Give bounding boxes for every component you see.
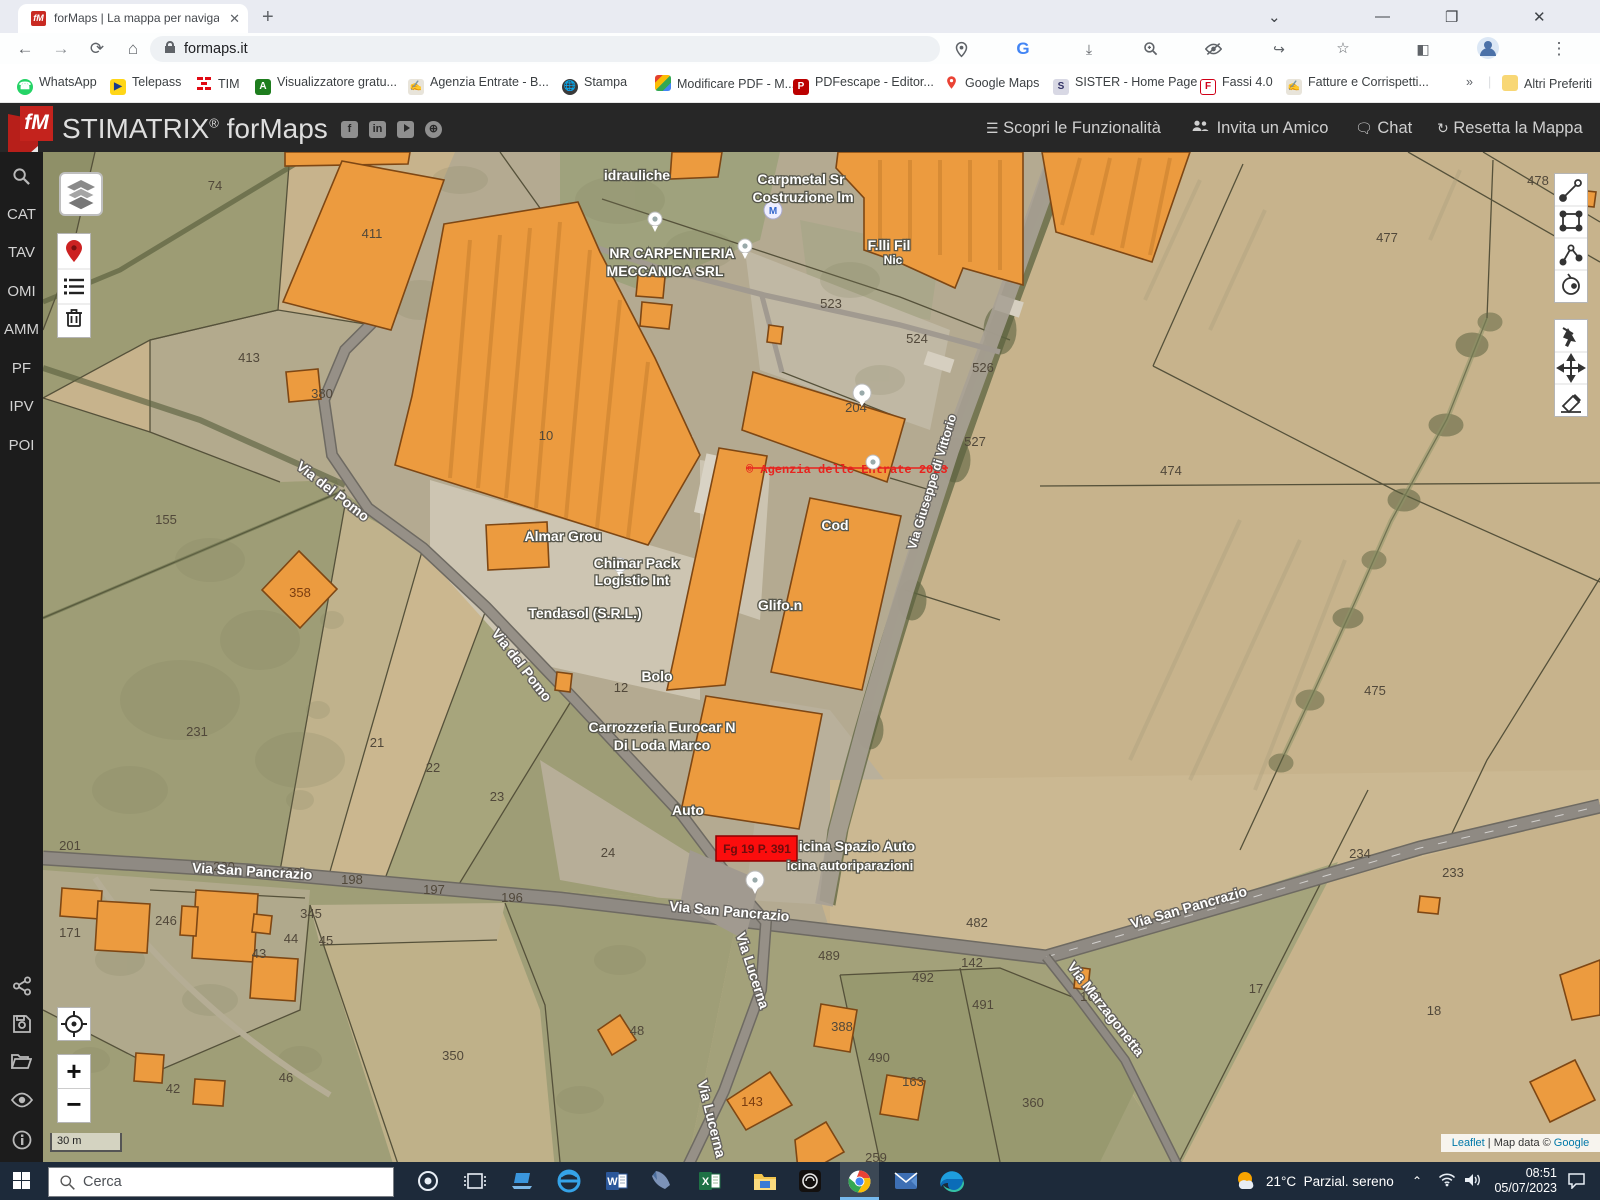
svg-text:475: 475 bbox=[1364, 683, 1386, 698]
svg-text:197: 197 bbox=[423, 882, 445, 897]
svg-text:22: 22 bbox=[426, 760, 440, 775]
svg-text:17: 17 bbox=[1249, 981, 1263, 996]
svg-text:411: 411 bbox=[362, 226, 383, 241]
svg-text:Nic: Nic bbox=[884, 253, 903, 267]
svg-text:142: 142 bbox=[961, 955, 983, 970]
svg-text:Fg 19 P. 391: Fg 19 P. 391 bbox=[723, 842, 791, 856]
svg-text:523: 523 bbox=[820, 296, 842, 311]
svg-text:Chimar Pack: Chimar Pack bbox=[594, 555, 679, 571]
svg-text:W: W bbox=[607, 1176, 618, 1188]
svg-text:21: 21 bbox=[370, 735, 384, 750]
svg-text:Carpmetal Sr: Carpmetal Sr bbox=[757, 171, 845, 187]
svg-text:259: 259 bbox=[865, 1150, 887, 1162]
svg-text:24: 24 bbox=[601, 845, 615, 860]
svg-text:Glifo.n: Glifo.n bbox=[758, 597, 802, 613]
svg-text:icina autoriparazioni: icina autoriparazioni bbox=[787, 858, 913, 873]
svg-text:171: 171 bbox=[59, 925, 81, 940]
svg-text:482: 482 bbox=[966, 915, 988, 930]
svg-text:350: 350 bbox=[442, 1048, 464, 1063]
svg-text:491: 491 bbox=[972, 997, 994, 1012]
svg-text:45: 45 bbox=[319, 933, 333, 948]
svg-text:idrauliche: idrauliche bbox=[604, 167, 670, 183]
svg-text:143: 143 bbox=[741, 1094, 763, 1109]
svg-text:Cod: Cod bbox=[821, 517, 848, 533]
svg-text:477: 477 bbox=[1376, 230, 1398, 245]
svg-text:NR CARPENTERIA: NR CARPENTERIA bbox=[609, 245, 734, 261]
svg-text:M: M bbox=[769, 206, 777, 217]
svg-text:Tendasol (S.R.L.): Tendasol (S.R.L.) bbox=[528, 605, 641, 621]
svg-text:345: 345 bbox=[300, 906, 322, 921]
svg-text:478: 478 bbox=[1527, 173, 1549, 188]
svg-text:Logistic Int: Logistic Int bbox=[595, 572, 670, 588]
svg-text:490: 490 bbox=[868, 1050, 890, 1065]
svg-text:42: 42 bbox=[166, 1081, 180, 1096]
svg-text:43: 43 bbox=[252, 946, 266, 961]
svg-text:18: 18 bbox=[1427, 1003, 1441, 1018]
svg-text:Costruzione Im: Costruzione Im bbox=[752, 189, 853, 205]
svg-text:44: 44 bbox=[284, 931, 298, 946]
svg-text:23: 23 bbox=[490, 789, 504, 804]
svg-text:163: 163 bbox=[902, 1074, 924, 1089]
svg-text:X: X bbox=[702, 1176, 710, 1188]
svg-text:358: 358 bbox=[289, 585, 311, 600]
svg-text:526: 526 bbox=[972, 360, 994, 375]
svg-text:12: 12 bbox=[614, 680, 628, 695]
svg-text:196: 196 bbox=[501, 890, 523, 905]
svg-text:234: 234 bbox=[1349, 846, 1371, 861]
svg-text:198: 198 bbox=[341, 872, 363, 887]
svg-text:10: 10 bbox=[539, 428, 553, 443]
svg-text:204: 204 bbox=[845, 400, 867, 415]
svg-text:233: 233 bbox=[1442, 865, 1464, 880]
svg-text:48: 48 bbox=[630, 1023, 644, 1038]
svg-text:360: 360 bbox=[1022, 1095, 1044, 1110]
svg-text:74: 74 bbox=[208, 178, 222, 193]
svg-text:201: 201 bbox=[59, 838, 81, 853]
svg-text:489: 489 bbox=[818, 948, 840, 963]
svg-text:Bolo: Bolo bbox=[641, 668, 672, 684]
svg-text:413: 413 bbox=[238, 350, 260, 365]
svg-text:Auto: Auto bbox=[672, 802, 704, 818]
svg-text:380: 380 bbox=[311, 386, 333, 401]
svg-text:388: 388 bbox=[831, 1019, 853, 1034]
svg-text:492: 492 bbox=[912, 970, 934, 985]
svg-text:527: 527 bbox=[964, 434, 986, 449]
svg-text:MECCANICA SRL: MECCANICA SRL bbox=[607, 263, 724, 279]
svg-text:46: 46 bbox=[279, 1070, 293, 1085]
svg-text:Almar Grou: Almar Grou bbox=[524, 528, 601, 544]
svg-text:231: 231 bbox=[186, 724, 208, 739]
svg-text:155: 155 bbox=[155, 512, 177, 527]
svg-text:474: 474 bbox=[1160, 463, 1182, 478]
svg-text:F.lli Fil: F.lli Fil bbox=[868, 237, 911, 253]
svg-text:© Agenzia delle Entrate 2023: © Agenzia delle Entrate 2023 bbox=[746, 463, 948, 477]
svg-text:icina Spazio Auto: icina Spazio Auto bbox=[799, 838, 915, 854]
svg-text:Carrozzeria Eurocar N: Carrozzeria Eurocar N bbox=[588, 719, 735, 735]
svg-text:Di Loda Marco: Di Loda Marco bbox=[614, 737, 710, 753]
svg-text:246: 246 bbox=[155, 913, 177, 928]
svg-text:524: 524 bbox=[906, 331, 928, 346]
